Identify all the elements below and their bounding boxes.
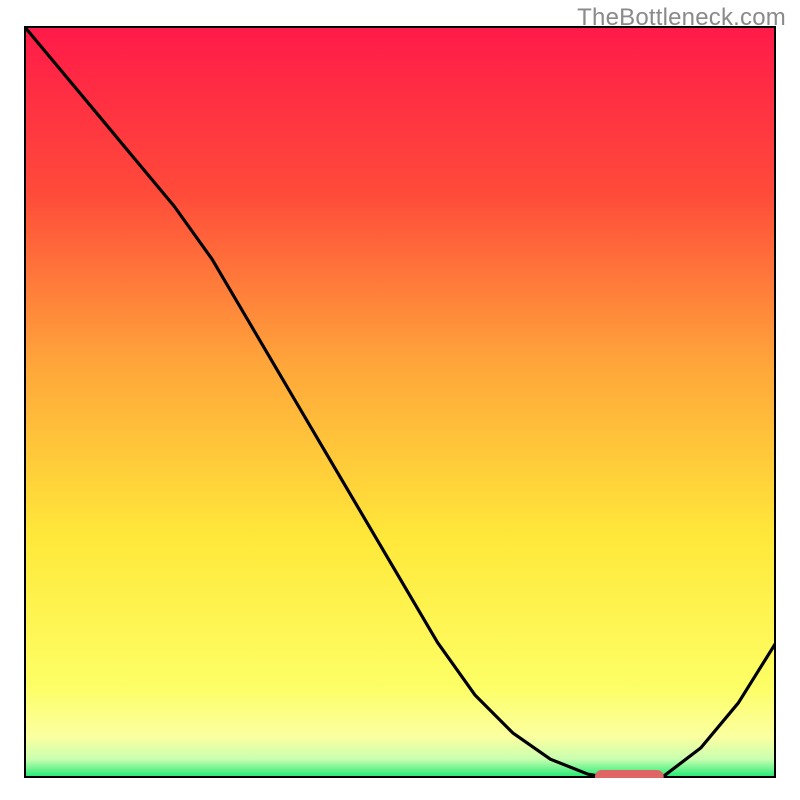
bottleneck-chart (24, 26, 776, 778)
optimal-marker (596, 771, 664, 779)
chart-background (24, 26, 776, 778)
